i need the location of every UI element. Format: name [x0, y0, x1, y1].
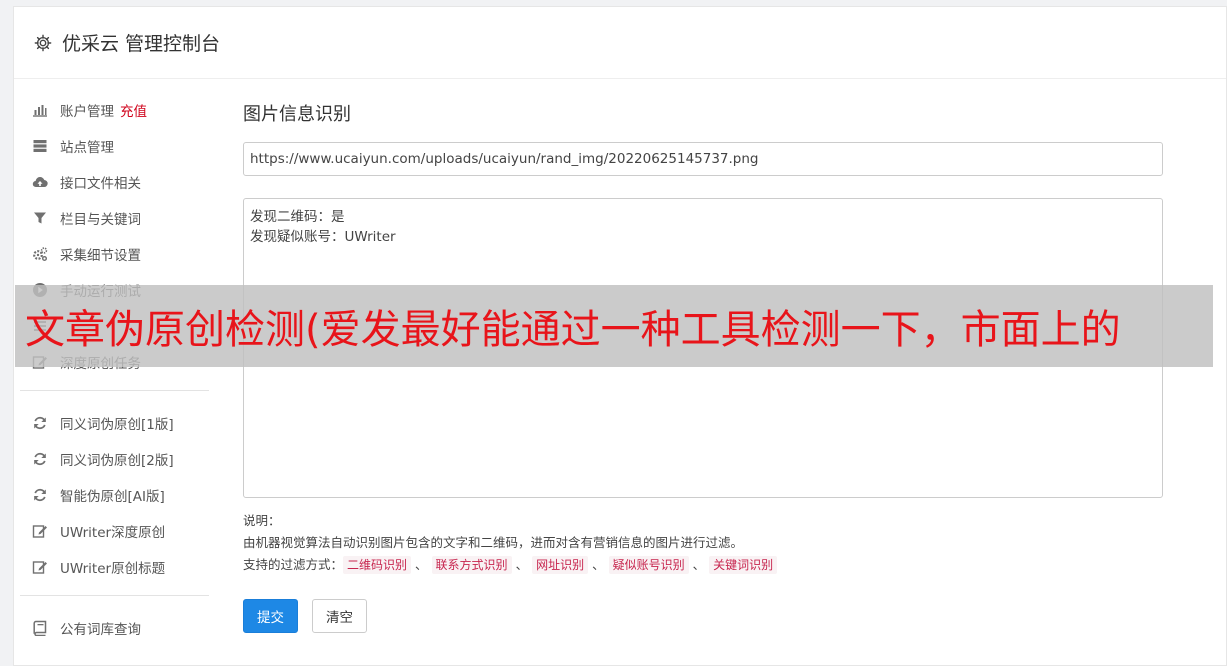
page-title: 优采云 管理控制台: [62, 33, 221, 55]
result-line: 发现二维码：是: [250, 209, 345, 225]
gears-icon: [31, 246, 49, 262]
sidebar-item-synonym-v1[interactable]: 同义词伪原创[1版]: [20, 405, 210, 441]
tag-separator: 、: [692, 557, 706, 572]
book-icon: [31, 620, 49, 636]
filter-methods: 支持的过滤方式： 二维码识别、联系方式识别、网址识别、疑似账号识别、关键词识别: [243, 554, 1163, 576]
edit-icon: [31, 559, 49, 575]
tag-keyword: 关键词识别: [709, 556, 778, 574]
sidebar-item-label: 公有词库查询: [60, 622, 141, 638]
bar-chart-icon: [31, 102, 49, 118]
banner-text: 文章伪原创检测(爱发最好能通过一种工具检测一下，市面上的: [25, 307, 1121, 353]
tag-url: 网址识别: [532, 556, 589, 574]
refresh-icon: [31, 451, 49, 467]
sidebar-item-label: 采集细节设置: [60, 248, 141, 264]
sidebar-item-label: 同义词伪原创[2版]: [60, 453, 174, 469]
tag-contact: 联系方式识别: [431, 556, 512, 574]
sidebar-item-synonym-v2[interactable]: 同义词伪原创[2版]: [20, 441, 210, 477]
sidebar-nav: 账户管理 充值 站点管理 接口文件相关 栏目与关键词 采集细节设置 手动运行测试…: [20, 92, 210, 646]
sidebar-item-uwriter-title[interactable]: UWriter原创标题: [20, 549, 210, 585]
notes-description: 由机器视觉算法自动识别图片包含的文字和二维码，进而对含有营销信息的图片进行过滤。: [243, 535, 744, 550]
sidebar-item-columns[interactable]: 栏目与关键词: [20, 200, 210, 236]
sidebar-item-collect-settings[interactable]: 采集细节设置: [20, 236, 210, 272]
notes-section: 说明： 由机器视觉算法自动识别图片包含的文字和二维码，进而对含有营销信息的图片进…: [243, 510, 1163, 576]
tag-separator: 、: [415, 557, 428, 572]
sidebar-item-interface[interactable]: 接口文件相关: [20, 164, 210, 200]
sidebar-item-public-lexicon[interactable]: 公有词库查询: [20, 610, 210, 646]
sidebar-divider: [20, 390, 209, 391]
sidebar-item-label: UWriter原创标题: [60, 561, 166, 577]
notes-label: 说明：: [243, 513, 281, 528]
refresh-icon: [31, 415, 49, 431]
overlay-banner: 文章伪原创检测(爱发最好能通过一种工具检测一下，市面上的: [15, 285, 1213, 367]
tag-account: 疑似账号识别: [608, 556, 689, 574]
server-icon: [31, 138, 49, 154]
result-line: 发现疑似账号：UWriter: [250, 229, 396, 245]
sidebar-item-uwriter-deep[interactable]: UWriter深度原创: [20, 513, 210, 549]
tag-separator: 、: [515, 557, 529, 572]
clear-button[interactable]: 清空: [312, 599, 367, 633]
sidebar-item-label: 栏目与关键词: [60, 212, 141, 228]
form-actions: 提交 清空: [243, 599, 1163, 633]
sidebar-item-label: 接口文件相关: [60, 176, 141, 192]
tag-separator: 、: [592, 557, 605, 572]
sidebar-item-account[interactable]: 账户管理 充值: [20, 92, 210, 128]
recharge-link[interactable]: 充值: [120, 100, 147, 120]
panel-header: 优采云 管理控制台: [14, 7, 1226, 79]
sidebar-item-sites[interactable]: 站点管理: [20, 128, 210, 164]
tag-qrcode: 二维码识别: [343, 556, 412, 574]
sidebar-item-ai-rewrite[interactable]: 智能伪原创[AI版]: [20, 477, 210, 513]
filter-icon: [31, 210, 49, 226]
gear-icon: [34, 34, 52, 52]
section-title: 图片信息识别: [243, 104, 351, 125]
edit-icon: [31, 523, 49, 539]
sidebar-item-label: 账户管理: [60, 104, 114, 120]
sidebar-item-label: 同义词伪原创[1版]: [60, 417, 174, 433]
sidebar-item-label: 站点管理: [60, 140, 114, 156]
refresh-icon: [31, 487, 49, 503]
image-url-input[interactable]: [243, 142, 1163, 176]
submit-button[interactable]: 提交: [243, 599, 298, 633]
sidebar-item-label: 智能伪原创[AI版]: [60, 489, 165, 505]
filter-methods-label: 支持的过滤方式：: [243, 557, 344, 572]
sidebar-item-label: UWriter深度原创: [60, 525, 166, 541]
cloud-upload-icon: [31, 174, 49, 190]
sidebar-divider: [20, 595, 209, 596]
